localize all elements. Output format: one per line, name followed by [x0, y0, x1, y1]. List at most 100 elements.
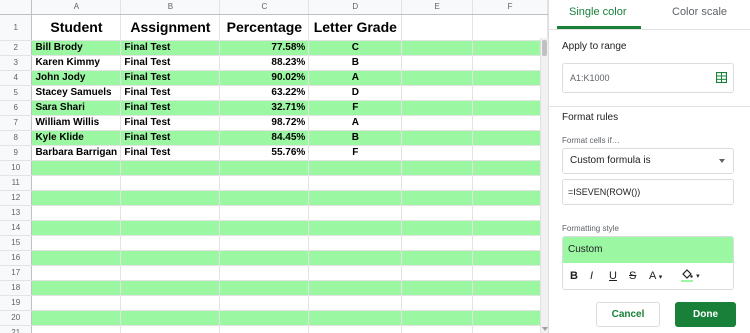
cell[interactable] [219, 250, 310, 266]
bold-button[interactable]: B [570, 270, 578, 282]
cell[interactable] [219, 220, 310, 236]
cell[interactable]: Final Test [120, 70, 221, 86]
cell-letter-grade-header[interactable]: Letter Grade [308, 14, 403, 41]
cell[interactable] [308, 190, 403, 206]
cell[interactable] [401, 160, 474, 176]
cell-assignment-header[interactable]: Assignment [120, 14, 221, 41]
row-number[interactable]: 16 [0, 250, 33, 266]
cell[interactable]: A [308, 115, 403, 131]
row-number[interactable]: 11 [0, 175, 33, 191]
cell[interactable] [120, 295, 221, 311]
row-number[interactable]: 14 [0, 220, 33, 236]
row-number[interactable]: 8 [0, 130, 33, 146]
row-number[interactable]: 17 [0, 265, 33, 281]
row-number[interactable]: 20 [0, 310, 33, 326]
column-header-f[interactable]: F [472, 0, 548, 15]
custom-formula-input[interactable]: =ISEVEN(ROW()) [562, 179, 734, 205]
cell[interactable] [31, 205, 122, 221]
cell[interactable]: C [308, 40, 403, 56]
style-preset-dropdown[interactable]: Custom [563, 237, 733, 263]
row-number[interactable]: 4 [0, 70, 33, 86]
select-all-corner[interactable] [0, 0, 33, 15]
row-number[interactable]: 12 [0, 190, 33, 206]
cell[interactable] [472, 280, 548, 296]
cell[interactable]: 63.22% [219, 85, 310, 101]
condition-dropdown[interactable]: Custom formula is [562, 148, 734, 174]
row-number[interactable]: 2 [0, 40, 33, 56]
scrollbar-thumb[interactable] [542, 40, 547, 56]
cell[interactable] [401, 235, 474, 251]
cell[interactable] [31, 265, 122, 281]
cell[interactable] [31, 175, 122, 191]
cell[interactable] [31, 160, 122, 176]
cell[interactable] [401, 130, 474, 146]
cell-f1[interactable] [472, 14, 548, 41]
select-range-icon[interactable] [716, 72, 727, 83]
cell[interactable] [31, 295, 122, 311]
cell[interactable] [308, 295, 403, 311]
cell[interactable]: B [308, 55, 403, 71]
cell[interactable]: 98.72% [219, 115, 310, 131]
cell[interactable] [120, 160, 221, 176]
cell[interactable] [31, 250, 122, 266]
cell[interactable] [219, 280, 310, 296]
cell[interactable] [120, 190, 221, 206]
cell[interactable] [401, 190, 474, 206]
column-header-c[interactable]: C [219, 0, 310, 15]
column-header-b[interactable]: B [120, 0, 221, 15]
cell[interactable] [308, 280, 403, 296]
cell[interactable] [401, 55, 474, 71]
row-number[interactable]: 13 [0, 205, 33, 221]
cell[interactable] [472, 310, 548, 326]
cell[interactable] [120, 220, 221, 236]
cell[interactable] [219, 205, 310, 221]
cell[interactable]: Bill Brody [31, 40, 122, 56]
cell-e1[interactable] [401, 14, 474, 41]
cell[interactable] [308, 310, 403, 326]
column-header-e[interactable]: E [401, 0, 474, 15]
cell[interactable]: B [308, 130, 403, 146]
cell[interactable] [472, 70, 548, 86]
cell[interactable]: William Willis [31, 115, 122, 131]
row-number[interactable]: 9 [0, 145, 33, 161]
row-number[interactable]: 5 [0, 85, 33, 101]
cell[interactable] [308, 220, 403, 236]
cell[interactable]: A [308, 70, 403, 86]
cell[interactable]: Final Test [120, 40, 221, 56]
cell-percentage-header[interactable]: Percentage [219, 14, 310, 41]
row-number[interactable]: 18 [0, 280, 33, 296]
cell[interactable]: 90.02% [219, 70, 310, 86]
cell[interactable] [472, 235, 548, 251]
cell[interactable] [308, 325, 403, 333]
row-number[interactable]: 10 [0, 160, 33, 176]
cell[interactable] [120, 280, 221, 296]
cell[interactable] [120, 310, 221, 326]
cell[interactable] [401, 265, 474, 281]
cell[interactable] [472, 160, 548, 176]
cell[interactable] [120, 265, 221, 281]
cells-table[interactable]: A B C D E F 1 Student Assignment Percent… [0, 0, 548, 333]
text-color-button[interactable]: A ▾ [649, 270, 662, 282]
cell[interactable] [219, 295, 310, 311]
cell[interactable] [219, 175, 310, 191]
cell[interactable]: 88.23% [219, 55, 310, 71]
cell[interactable]: Final Test [120, 145, 221, 161]
cell-student-header[interactable]: Student [31, 14, 122, 41]
cell[interactable]: 55.76% [219, 145, 310, 161]
cell[interactable] [308, 205, 403, 221]
cell[interactable] [120, 235, 221, 251]
cell[interactable] [401, 100, 474, 116]
cell[interactable] [472, 100, 548, 116]
cell[interactable] [308, 160, 403, 176]
cell[interactable] [401, 205, 474, 221]
cell[interactable] [308, 175, 403, 191]
cell[interactable] [401, 325, 474, 333]
cell[interactable]: Final Test [120, 115, 221, 131]
cell[interactable] [472, 250, 548, 266]
cell[interactable]: Barbara Barrigan [31, 145, 122, 161]
spreadsheet-grid[interactable]: A B C D E F 1 Student Assignment Percent… [0, 0, 548, 333]
strikethrough-button[interactable]: S [629, 270, 636, 282]
column-header-a[interactable]: A [31, 0, 122, 15]
cell[interactable] [472, 115, 548, 131]
vertical-scrollbar[interactable] [540, 38, 548, 333]
